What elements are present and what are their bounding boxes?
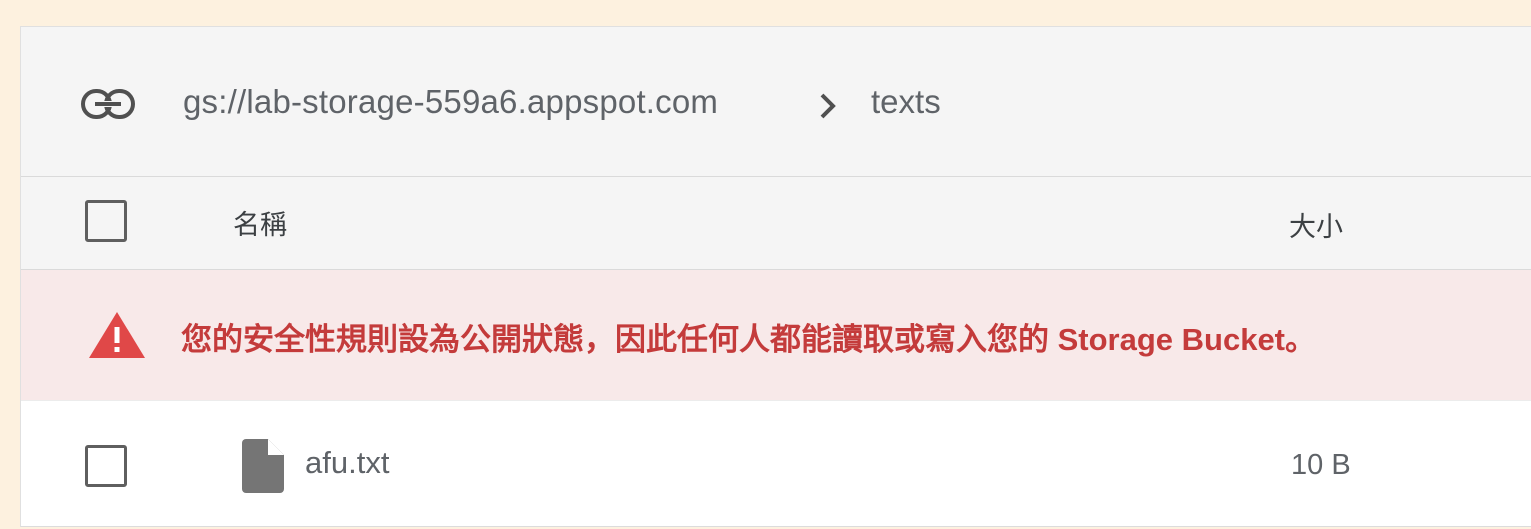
table-row[interactable]: afu.txt 10 B <box>21 401 1531 526</box>
select-all-checkbox[interactable] <box>85 200 127 242</box>
warning-message: 您的安全性規則設為公開狀態，因此任何人都能讀取或寫入您的 Storage Buc… <box>181 322 1317 357</box>
file-size: 10 B <box>1291 449 1351 481</box>
warning-icon <box>89 312 145 358</box>
row-checkbox[interactable] <box>85 445 127 487</box>
breadcrumb: gs://lab-storage-559a6.appspot.com texts <box>21 27 1531 177</box>
table-header-row: 名稱 大小 <box>21 177 1531 270</box>
storage-browser-panel: gs://lab-storage-559a6.appspot.com texts… <box>20 26 1531 527</box>
chevron-right-icon <box>820 93 836 119</box>
link-icon[interactable] <box>81 89 135 119</box>
breadcrumb-folder[interactable]: texts <box>871 83 941 121</box>
column-header-name[interactable]: 名稱 <box>233 203 287 242</box>
file-name-link[interactable]: afu.txt <box>305 445 389 481</box>
breadcrumb-bucket-link[interactable]: gs://lab-storage-559a6.appspot.com <box>183 83 718 121</box>
file-icon <box>242 439 284 493</box>
public-rules-warning-banner: 您的安全性規則設為公開狀態，因此任何人都能讀取或寫入您的 Storage Buc… <box>21 270 1531 401</box>
column-header-size[interactable]: 大小 <box>1289 205 1343 244</box>
